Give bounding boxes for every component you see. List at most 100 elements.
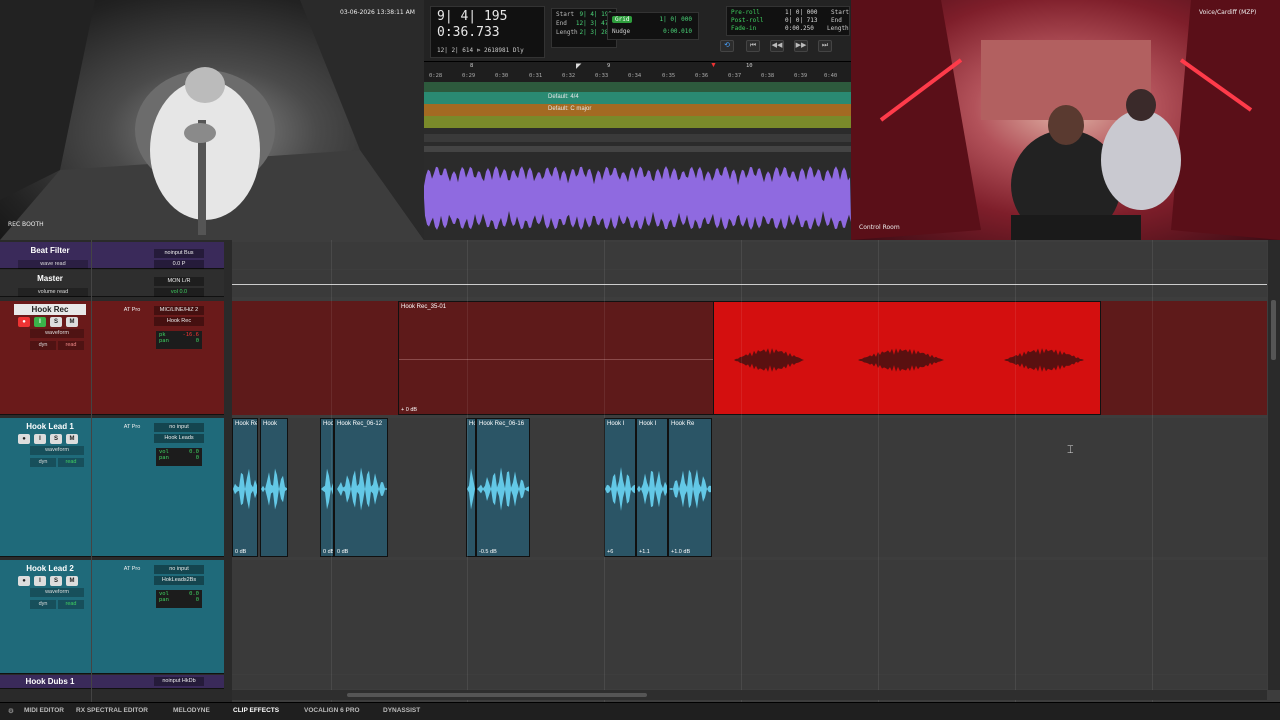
solo-button[interactable]: S [50,576,62,586]
output-selector[interactable]: Hook Rec [154,317,204,326]
grid-nudge-box[interactable]: Grid 1| 0| 000 Nudge 0:00.010 [607,12,699,40]
output-selector[interactable]: MON L/R [154,277,204,286]
input-monitor-button[interactable]: I [34,317,46,327]
view-selector[interactable]: waveform [30,329,84,338]
return-to-zero-icon[interactable]: ⏮ [746,40,760,52]
preroll-box[interactable]: Pre-roll 1| 0| 000 Start Post-roll 0| 0| 71… [726,6,850,36]
view-selector[interactable]: volume read [18,288,88,297]
main-counter[interactable]: 9| 4| 195 0:36.733 12| 2| 614 ⊳ 2618981 … [430,6,545,58]
vertical-scroll-thumb[interactable] [1271,300,1276,360]
view-selector[interactable]: wave read [18,260,88,269]
record-arm-button[interactable]: ● [18,434,30,444]
input-monitor-button[interactable]: I [34,434,46,444]
track-master[interactable]: Master volume read MON L/R vol 0.0 [0,270,224,297]
chord-ruler[interactable] [424,116,851,128]
clip-hook-rec[interactable]: Hook Rec_35-01 + 0 dB [398,301,714,415]
output-selector[interactable]: HokLeads2Bs [154,576,204,585]
track-hook-rec[interactable]: Hook Rec ● I S M waveform dyn read AT Pro M… [0,301,224,415]
insert-plugin[interactable]: AT Pro [114,306,150,315]
record-arm-button[interactable]: ● [18,576,30,586]
tab-rx-spectral-editor[interactable]: RX SPECTRAL EDITOR [76,707,148,714]
track-name[interactable]: Hook Lead 1 [14,421,86,432]
track-name[interactable]: Beat Filter [14,245,86,256]
dyn-selector[interactable]: dyn [30,458,56,467]
horizontal-scrollbar[interactable] [232,690,1267,700]
lane-hook-lead-1[interactable]: Hook Re0 dBHookHook I0 dBHook Rec_06-120… [232,418,1267,557]
selection-start-marker[interactable]: ◤ [576,62,581,70]
track-hook-dubs-1[interactable]: Hook Dubs 1 noinput HkDb [0,675,224,689]
tab-clip-effects[interactable]: CLIP EFFECTS [233,707,279,714]
fast-forward-icon[interactable]: ▶▶ [794,40,808,52]
mute-button[interactable]: M [66,434,78,444]
lane-beat-filter[interactable] [232,242,1267,269]
go-to-end-icon[interactable]: ⏭ [818,40,832,52]
track-name[interactable]: Master [14,273,86,284]
input-selector[interactable]: noinput Bus [154,249,204,258]
input-selector[interactable]: no input [154,423,204,432]
insert-plugin[interactable]: AT Pro [114,423,150,432]
dyn-selector[interactable]: dyn [30,600,56,609]
track-name[interactable]: Hook Lead 2 [14,563,86,574]
solo-button[interactable]: S [50,317,62,327]
master-volume-line[interactable] [232,284,1267,285]
level-box[interactable]: vol 0.0 pan 0 [156,590,202,608]
tab-dynassist[interactable]: DYNASSIST [383,707,420,714]
vol-pan[interactable]: 0.0 P [154,260,204,269]
input-selector[interactable]: no input [154,565,204,574]
solo-button[interactable]: S [50,434,62,444]
view-selector[interactable]: waveform [30,588,84,597]
clip-hook-lead-1[interactable]: Hook I +1.1 [636,418,668,557]
track-name[interactable]: Hook Dubs 1 [14,676,86,687]
playhead-marker[interactable]: ▼ [710,62,717,69]
mute-button[interactable]: M [66,576,78,586]
view-selector[interactable]: waveform [30,446,84,455]
clip-hook-rec-recording[interactable] [713,301,1101,415]
play-arrow-icon[interactable]: ⊳ [477,47,484,54]
tab-melodyne[interactable]: MELODYNE [173,707,210,714]
track-name[interactable]: Hook Rec [14,304,86,315]
track-hook-lead-1[interactable]: Hook Lead 1 ● I S M waveform dyn read AT Pr… [0,418,224,557]
automation-selector[interactable]: read [58,341,84,350]
lane-hook-lead-2[interactable] [232,560,1267,674]
level-box[interactable]: pk -16.6 pan 0 [156,331,202,349]
grid-button[interactable]: Grid [612,16,633,23]
preroll-value[interactable]: 1| 0| 000 [785,9,818,16]
fadein-value[interactable]: 0:00.250 [785,25,814,32]
nudge-value[interactable]: 0:00.010 [663,28,692,35]
track-hook-lead-2[interactable]: Hook Lead 2 ● I S M waveform dyn read AT Pr… [0,560,224,674]
clip-hook-lead-1[interactable]: Hook Re +1.0 dB [668,418,712,557]
lane-hook-rec[interactable]: Hook Rec_35-01 + 0 dB [232,301,1267,415]
grid-value[interactable]: 1| 0| 000 [659,16,692,23]
tempo-ruler[interactable] [424,82,851,92]
clip-gain[interactable]: + 0 dB [401,407,417,413]
key-ruler[interactable]: Default: C major [424,104,851,116]
clip-hook-lead-1[interactable]: Hook Rec_06-12 0 dB [334,418,388,557]
rewind-icon[interactable]: ◀◀ [770,40,784,52]
insert-plugin[interactable]: AT Pro [114,565,150,574]
lane-master[interactable] [232,270,1267,297]
automation-selector[interactable]: read [58,600,84,609]
level-box[interactable]: vol 0.0 pan 0 [156,448,202,466]
settings-icon[interactable]: ⚙ [8,707,14,715]
output-selector[interactable]: Hook Leads [154,434,204,443]
record-arm-button[interactable]: ● [18,317,30,327]
vol-box[interactable]: vol 0.0 [154,288,204,297]
input-selector[interactable]: noinput HkDb [154,677,204,686]
clip-hook-lead-1[interactable]: Hook [260,418,288,557]
tab-midi-editor[interactable]: MIDI EDITOR [24,707,64,714]
input-selector[interactable]: MIC/LINE/HiZ 2 [154,306,204,315]
dyn-selector[interactable]: dyn [30,341,56,350]
tab-vocalign-6-pro[interactable]: VOCALIGN 6 PRO [304,707,360,714]
timeline-ruler[interactable]: 8 9 10 ◤ ▼ 0:28 0:29 0:30 0:31 0:32 0:33… [424,62,851,82]
horizontal-scroll-thumb[interactable] [347,693,647,697]
vertical-scrollbar[interactable] [1268,240,1280,690]
postroll-value[interactable]: 0| 0| 713 [785,17,818,24]
track-beat-filter[interactable]: Beat Filter wave read noinput Bus 0.0 P [0,242,224,269]
automation-selector[interactable]: read [58,458,84,467]
lane-hook-dubs-1[interactable] [232,675,1267,689]
delay-button[interactable]: Dly [513,47,524,54]
clip-hook-lead-1[interactable]: Hook Re 0 dB [232,418,258,557]
clip-hook-lead-1[interactable]: Hook Rec_06-16 -0.5 dB [476,418,530,557]
meter-ruler[interactable]: Default: 4/4 [424,92,851,104]
input-monitor-button[interactable]: I [34,576,46,586]
